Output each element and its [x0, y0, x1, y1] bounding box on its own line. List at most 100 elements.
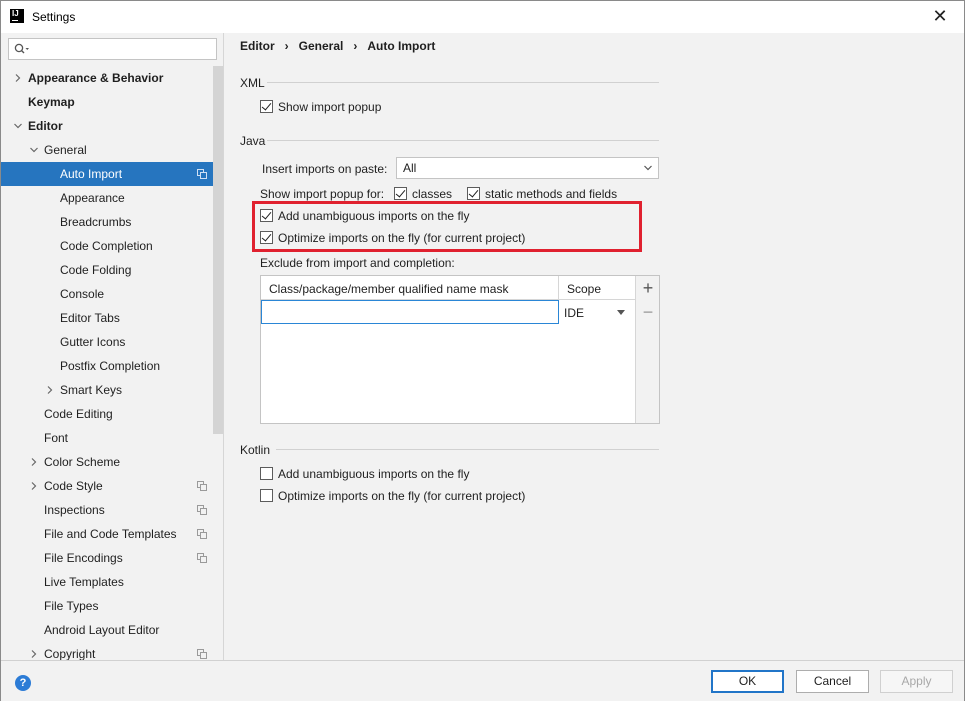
sidebar-item-code-style[interactable]: Code Style: [1, 474, 213, 498]
chevron-right-icon[interactable]: [46, 386, 54, 394]
classes-checkbox[interactable]: [394, 187, 407, 200]
show-popup-for-label: Show import popup for:: [260, 187, 385, 201]
intellij-app-icon: IJ: [10, 9, 24, 23]
sidebar-item-code-completion[interactable]: Code Completion: [1, 234, 213, 258]
xml-show-import-popup-checkbox[interactable]: [260, 100, 273, 113]
chevron-down-icon: [644, 165, 652, 171]
sidebar-item-file-and-code-templates[interactable]: File and Code Templates: [1, 522, 213, 546]
chevron-right-icon[interactable]: [30, 458, 38, 466]
sidebar-item-console[interactable]: Console: [1, 282, 213, 306]
sidebar-item-label: Breadcrumbs: [60, 215, 132, 229]
remove-icon[interactable]: −: [640, 302, 656, 322]
sidebar-item-breadcrumbs[interactable]: Breadcrumbs: [1, 210, 213, 234]
settings-search-input[interactable]: [8, 38, 217, 60]
sidebar-item-appearance[interactable]: Appearance: [1, 186, 213, 210]
kotlin-section-heading: Kotlin: [240, 443, 271, 457]
sidebar-item-postfix-completion[interactable]: Postfix Completion: [1, 354, 213, 378]
insert-imports-value: All: [403, 161, 417, 175]
sidebar-item-keymap[interactable]: Keymap: [1, 90, 213, 114]
sidebar-item-gutter-icons[interactable]: Gutter Icons: [1, 330, 213, 354]
help-icon[interactable]: ?: [15, 675, 31, 691]
sidebar-item-font[interactable]: Font: [1, 426, 213, 450]
ok-button[interactable]: OK: [711, 670, 784, 693]
chevron-down-icon[interactable]: [14, 122, 22, 130]
sidebar-item-file-encodings[interactable]: File Encodings: [1, 546, 213, 570]
sidebar-item-code-editing[interactable]: Code Editing: [1, 402, 213, 426]
sidebar-item-live-templates[interactable]: Live Templates: [1, 570, 213, 594]
exclude-label: Exclude from import and completion:: [260, 256, 455, 270]
static-methods-label: static methods and fields: [485, 187, 618, 201]
sidebar-item-label: Postfix Completion: [60, 359, 161, 373]
apply-button[interactable]: Apply: [880, 670, 953, 693]
sidebar-item-label: Keymap: [28, 95, 75, 109]
static-methods-checkbox[interactable]: [467, 187, 480, 200]
dialog-button-bar: ? OK Cancel Apply: [1, 660, 964, 701]
sidebar-item-inspections[interactable]: Inspections: [1, 498, 213, 522]
project-scope-icon: [197, 169, 207, 179]
settings-tree: Appearance & Behavior Keymap Editor General…: [1, 66, 213, 666]
sidebar-item-label: File Types: [44, 599, 99, 613]
window-title: Settings: [32, 10, 76, 24]
mask-cell-input[interactable]: [261, 300, 559, 324]
table-toolbar: + −: [635, 276, 659, 423]
xml-section-heading: XML: [240, 76, 265, 90]
chevron-right-icon[interactable]: [30, 482, 38, 490]
java-section-divider: [267, 140, 659, 141]
sidebar-item-label: Android Layout Editor: [44, 623, 160, 637]
sidebar-item-label: Gutter Icons: [60, 335, 126, 349]
chevron-right-icon[interactable]: [14, 74, 22, 82]
chevron-right-icon[interactable]: [30, 650, 38, 658]
sidebar-item-editor-tabs[interactable]: Editor Tabs: [1, 306, 213, 330]
breadcrumb: Editor › General › Auto Import: [240, 39, 435, 53]
sidebar-item-label: Editor: [28, 119, 63, 133]
highlight-box: [252, 201, 642, 252]
sidebar-item-label: Code Folding: [60, 263, 132, 277]
sidebar-item-label: Auto Import: [60, 167, 123, 181]
add-icon[interactable]: +: [640, 278, 656, 298]
java-section-heading: Java: [240, 134, 266, 148]
column-divider: [558, 276, 559, 300]
sidebar-item-label: Code Completion: [60, 239, 153, 253]
sidebar-item-label: Appearance & Behavior: [28, 71, 164, 85]
breadcrumb-editor: Editor: [240, 39, 275, 53]
cancel-button[interactable]: Cancel: [796, 670, 869, 693]
kotlin-optimize-imports-label: Optimize imports on the fly (for current…: [278, 489, 526, 503]
column-header-scope[interactable]: Scope: [567, 282, 601, 296]
column-header-mask[interactable]: Class/package/member qualified name mask: [269, 282, 508, 296]
sidebar-scrollbar[interactable]: [213, 66, 223, 434]
sidebar-item-android-layout-editor[interactable]: Android Layout Editor: [1, 618, 213, 642]
insert-imports-dropdown[interactable]: All: [396, 157, 659, 179]
close-icon[interactable]: ✕: [926, 5, 954, 29]
kotlin-section-divider: [276, 449, 659, 450]
sidebar-item-appearance-behavior[interactable]: Appearance & Behavior: [1, 66, 213, 90]
chevron-down-icon[interactable]: [30, 146, 38, 154]
sidebar-item-file-types[interactable]: File Types: [1, 594, 213, 618]
caret-down-icon[interactable]: [617, 310, 625, 315]
sidebar-item-editor[interactable]: Editor: [1, 114, 213, 138]
project-scope-icon: [197, 481, 207, 491]
sidebar-item-label: Code Editing: [44, 407, 113, 421]
sidebar-item-smart-keys[interactable]: Smart Keys: [1, 378, 213, 402]
sidebar-item-label: Code Style: [44, 479, 103, 493]
sidebar-item-label: Console: [60, 287, 105, 301]
sidebar-item-code-folding[interactable]: Code Folding: [1, 258, 213, 282]
exclude-table: Class/package/member qualified name mask…: [260, 275, 660, 424]
kotlin-add-unambiguous-checkbox[interactable]: [260, 467, 273, 480]
scope-cell-value[interactable]: IDE: [564, 306, 584, 320]
settings-sidebar: Appearance & Behavior Keymap Editor General…: [1, 33, 224, 661]
breadcrumb-separator: ›: [353, 39, 358, 53]
kotlin-optimize-imports-checkbox[interactable]: [260, 489, 273, 502]
insert-imports-label: Insert imports on paste:: [262, 162, 388, 176]
sidebar-item-color-scheme[interactable]: Color Scheme: [1, 450, 213, 474]
project-scope-icon: [197, 649, 207, 659]
sidebar-item-label: General: [44, 143, 87, 157]
sidebar-item-label: Color Scheme: [44, 455, 121, 469]
sidebar-item-general[interactable]: General: [1, 138, 213, 162]
xml-section-divider: [267, 82, 659, 83]
sidebar-item-label: File Encodings: [44, 551, 123, 565]
sidebar-item-label: Editor Tabs: [60, 311, 120, 325]
sidebar-item-label: Live Templates: [44, 575, 124, 589]
sidebar-item-label: File and Code Templates: [44, 527, 177, 541]
sidebar-item-auto-import[interactable]: Auto Import: [1, 162, 213, 186]
project-scope-icon: [197, 553, 207, 563]
